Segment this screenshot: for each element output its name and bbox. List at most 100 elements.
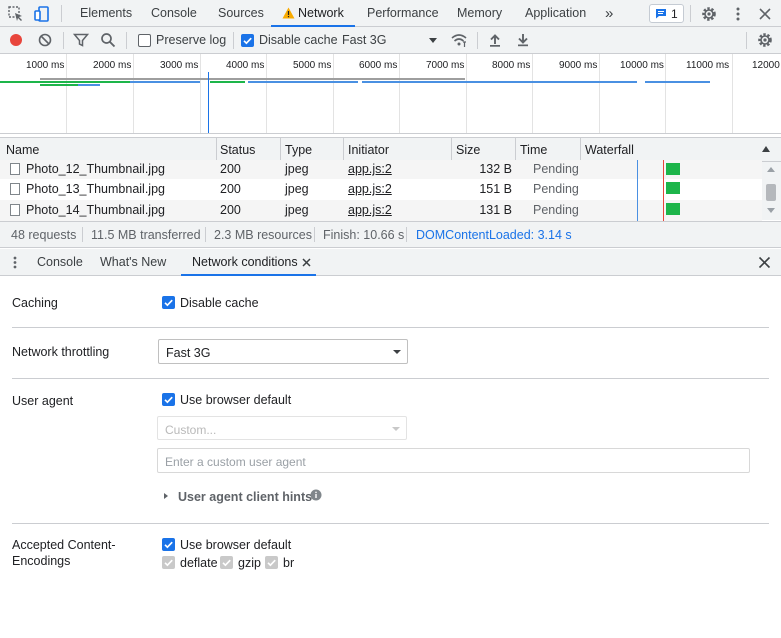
request-name[interactable]: Photo_12_Thumbnail.jpg [26,162,165,176]
divider [233,32,234,49]
encoding-br-checkbox[interactable] [265,556,278,569]
request-initiator-link[interactable]: app.js:2 [348,162,392,176]
section-divider [12,523,769,524]
scroll-up-icon[interactable] [767,167,775,172]
dom-content-loaded-line [637,160,638,221]
column-header-time[interactable]: Time [520,143,547,157]
tab-sources[interactable]: Sources [218,0,264,27]
transferred-size: 11.5 MB transferred [91,228,201,242]
request-table-header: Name Status Type Initiator Size Time Wat… [0,137,781,162]
ua-browser-default-checkbox[interactable] [162,393,175,406]
tab-application[interactable]: Application [525,0,586,27]
overview-bar [40,84,78,86]
drawer-tab-whats-new[interactable]: What's New [100,249,166,276]
clear-icon[interactable] [36,31,54,49]
device-toolbar-icon[interactable] [33,5,51,23]
network-throttling-label: Network throttling [12,345,110,359]
chevron-down-icon [393,350,401,354]
request-initiator-link[interactable]: app.js:2 [348,203,392,217]
scroll-down-icon[interactable] [767,208,775,213]
column-header-type[interactable]: Type [285,143,312,157]
chevron-down-icon [392,427,400,431]
custom-user-agent-input[interactable]: Enter a custom user agent [157,448,750,473]
ua-client-hints-toggle[interactable]: User agent client hints [164,489,334,505]
info-icon[interactable] [310,489,322,501]
network-throttling-select[interactable]: Fast 3G [158,339,408,364]
table-row[interactable]: Photo_14_Thumbnail.jpg 200 jpeg app.js:2… [0,200,762,221]
grid-line [732,54,733,133]
tab-memory[interactable]: Memory [457,0,502,27]
overview-bar [78,84,100,86]
encodings-browser-default-checkbox[interactable] [162,538,175,551]
request-name[interactable]: Photo_14_Thumbnail.jpg [26,203,165,217]
tab-network[interactable]: Network [271,0,355,27]
tab-elements[interactable]: Elements [80,0,132,27]
search-icon[interactable] [99,31,117,49]
request-name[interactable]: Photo_13_Thumbnail.jpg [26,182,165,196]
issues-count: 1 [671,7,678,21]
throttling-select[interactable]: Fast 3G [336,27,441,54]
request-size: 131 B [479,203,512,217]
request-initiator-link[interactable]: app.js:2 [348,182,392,196]
preserve-log-checkbox[interactable] [138,34,151,47]
request-status: 200 [220,182,241,196]
scrollbar-thumb[interactable] [766,184,776,201]
record-stop-icon[interactable] [7,31,25,49]
column-header-initiator[interactable]: Initiator [348,143,389,157]
divider [82,227,83,242]
request-status: 200 [220,162,241,176]
export-har-download-icon[interactable] [514,31,532,49]
column-header-status[interactable]: Status [220,143,255,157]
issues-counter-button[interactable]: 1 [649,4,684,23]
divider [690,5,691,22]
timeline-tick-label: 12000 [752,60,780,71]
tab-console[interactable]: Console [151,0,197,27]
timeline-tick-label: 8000 ms [492,60,531,71]
network-conditions-wifi-icon[interactable] [450,31,468,49]
divider [61,5,62,22]
overview-bar [40,78,95,80]
drawer-tab-network-conditions[interactable]: Network conditions [181,249,316,276]
grid-line [532,54,533,133]
divider [314,227,315,242]
waterfall-bar [666,163,680,175]
settings-gear-icon[interactable] [700,5,718,23]
import-har-upload-icon[interactable] [486,31,504,49]
preserve-log-label: Preserve log [156,33,227,47]
user-agent-label: User agent [12,394,74,408]
close-devtools-icon[interactable] [756,5,774,23]
more-tabs-button[interactable]: » [605,0,613,27]
accepted-encodings-label-line2: Encodings [12,554,71,568]
encoding-deflate-checkbox[interactable] [162,556,175,569]
close-drawer-icon[interactable] [757,255,772,270]
timeline-tick-label: 3000 ms [160,60,199,71]
column-header-name[interactable]: Name [6,143,39,157]
tab-performance[interactable]: Performance [367,0,439,27]
filter-icon[interactable] [72,31,90,49]
nc-disable-cache-checkbox[interactable] [162,296,175,309]
column-header-size[interactable]: Size [456,143,480,157]
timeline-tick-label: 5000 ms [293,60,332,71]
more-options-kebab-icon[interactable] [729,5,747,23]
network-settings-gear-icon[interactable] [756,31,774,49]
network-overview-timeline[interactable]: 1000 ms 2000 ms 3000 ms 4000 ms 5000 ms … [0,54,781,134]
request-time: Pending [533,162,579,176]
request-size: 151 B [479,182,512,196]
table-row[interactable]: Photo_12_Thumbnail.jpg 200 jpeg app.js:2… [0,160,762,179]
drawer-tab-console[interactable]: Console [37,249,83,276]
tab-label: Console [37,255,83,269]
divider [406,227,407,242]
column-header-waterfall[interactable]: Waterfall [585,143,634,157]
encoding-gzip-checkbox[interactable] [220,556,233,569]
chevron-down-icon [429,38,437,43]
user-agent-preset-select[interactable]: Custom... [157,416,407,440]
file-icon [10,204,20,216]
table-row[interactable]: Photo_13_Thumbnail.jpg 200 jpeg app.js:2… [0,179,762,200]
disable-cache-checkbox[interactable] [241,34,254,47]
ua-browser-default-label: Use browser default [180,393,292,407]
close-tab-icon[interactable] [302,258,311,267]
inspect-element-icon[interactable] [7,5,25,23]
table-scrollbar[interactable] [762,162,781,220]
divider [477,32,478,49]
drawer-menu-kebab-icon[interactable] [8,254,22,271]
